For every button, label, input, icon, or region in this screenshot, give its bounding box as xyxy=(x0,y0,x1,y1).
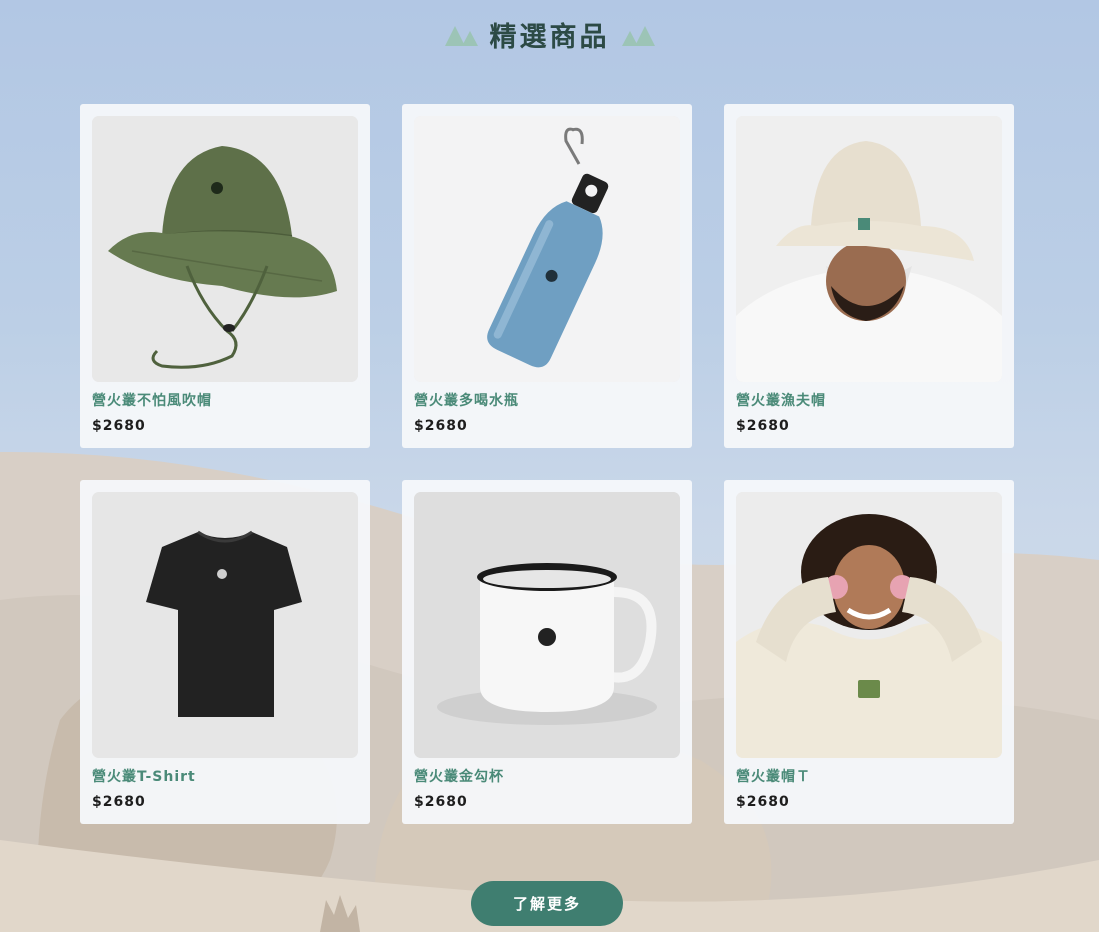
product-image-hoodie-cream-model[interactable] xyxy=(736,492,1002,758)
product-image-water-bottle-blue[interactable] xyxy=(414,116,680,382)
product-name[interactable]: 營火叢金勾杯 xyxy=(414,766,504,786)
product-name[interactable]: 營火叢漁夫帽 xyxy=(736,390,826,410)
product-price: $2680 xyxy=(736,418,790,434)
product-name[interactable]: 營火叢帽Ｔ xyxy=(736,766,811,786)
mountain-left-icon xyxy=(444,22,478,46)
product-price: $2680 xyxy=(414,794,468,810)
product-card[interactable]: 營火叢多喝水瓶 $2680 xyxy=(402,104,692,448)
product-price: $2680 xyxy=(92,418,146,434)
product-price: $2680 xyxy=(736,794,790,810)
product-image-bucket-hat-beige-model[interactable] xyxy=(736,116,1002,382)
product-card[interactable]: 營火叢T-Shirt $2680 xyxy=(80,480,370,824)
product-card[interactable]: 營火叢金勾杯 $2680 xyxy=(402,480,692,824)
mountain-right-icon xyxy=(621,22,655,46)
product-card[interactable]: 營火叢不怕風吹帽 $2680 xyxy=(80,104,370,448)
product-card[interactable]: 營火叢漁夫帽 $2680 xyxy=(724,104,1014,448)
product-image-bucket-hat-green[interactable] xyxy=(92,116,358,382)
product-name[interactable]: 營火叢多喝水瓶 xyxy=(414,390,519,410)
section-header: 精選商品 xyxy=(0,14,1099,54)
product-name[interactable]: 營火叢不怕風吹帽 xyxy=(92,390,212,410)
product-name[interactable]: 營火叢T-Shirt xyxy=(92,766,196,786)
section-title: 精選商品 xyxy=(489,21,610,53)
learn-more-button[interactable]: 了解更多 xyxy=(471,881,623,926)
product-card[interactable]: 營火叢帽Ｔ $2680 xyxy=(724,480,1014,824)
product-image-enamel-mug-white[interactable] xyxy=(414,492,680,758)
product-image-tshirt-black[interactable] xyxy=(92,492,358,758)
product-price: $2680 xyxy=(92,794,146,810)
product-price: $2680 xyxy=(414,418,468,434)
